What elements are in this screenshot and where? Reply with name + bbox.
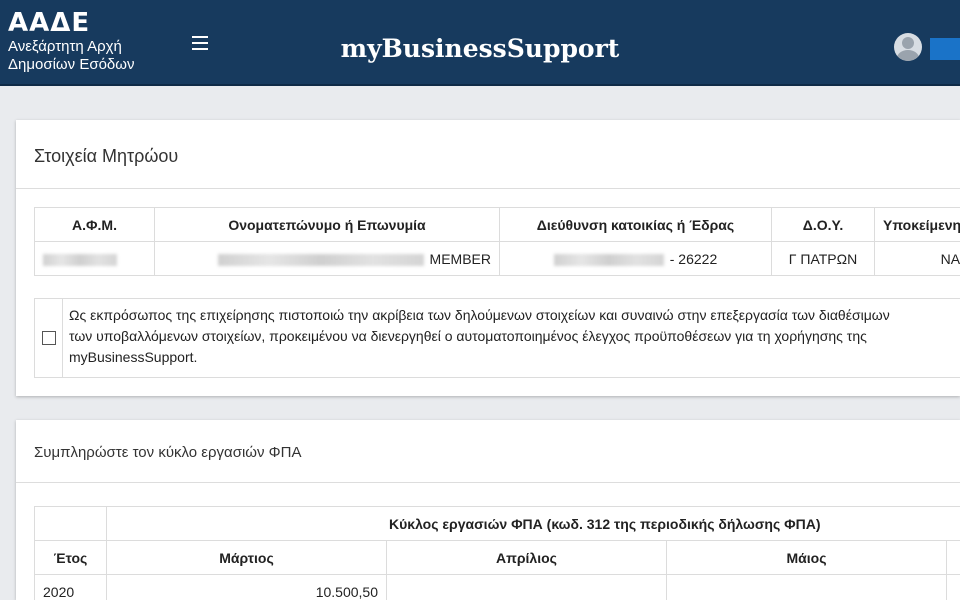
- logo-subtitle-line-1: Ανεξάρτητη Αρχή: [8, 38, 122, 55]
- consent-line-3: myBusinessSupport.: [69, 349, 198, 365]
- hamburger-menu-icon[interactable]: [192, 36, 208, 50]
- table-row: MEMBER - 26222 Γ ΠΑΤΡΩΝ ΝΑΙ: [34, 241, 960, 276]
- registry-header-row: Α.Φ.Μ. Ονοματεπώνυμο ή Επωνυμία Διεύθυνσ…: [34, 207, 960, 242]
- col-tax-office: Δ.Ο.Υ.: [771, 207, 875, 242]
- col-address: Διεύθυνση κατοικίας ή Έδρας: [499, 207, 772, 242]
- redacted-afm: [43, 253, 117, 266]
- consent-checkbox[interactable]: [42, 331, 56, 345]
- registry-card: Στοιχεία Μητρώου Α.Φ.Μ. Ονοματεπώνυμο ή …: [16, 120, 960, 396]
- col-march: Μάρτιος: [106, 540, 387, 575]
- redacted-address: [553, 253, 664, 266]
- consent-line-1: Ως εκπρόσωπος της επιχείρησης πιστοποιώ …: [69, 307, 890, 323]
- registry-title: Στοιχεία Μητρώου: [34, 146, 179, 166]
- vat-title: Συμπληρώστε τον κύκλο εργασιών ΦΠΑ: [34, 444, 302, 461]
- user-menu-button[interactable]: [930, 38, 960, 60]
- aade-logo[interactable]: ΑΑΔΕ Ανεξάρτητη Αρχή Δημοσίων Εσόδων: [8, 8, 134, 74]
- registry-table: Α.Φ.Μ. Ονοματεπώνυμο ή Επωνυμία Διεύθυνσ…: [34, 207, 960, 276]
- col-subject: Υποκείμενη: [874, 207, 960, 242]
- card-divider: [16, 482, 960, 483]
- afm-cell: [34, 241, 155, 276]
- col-year: Έτος: [34, 540, 107, 575]
- name-cell: MEMBER: [154, 241, 500, 276]
- consent-text: Ως εκπρόσωπος της επιχείρησης πιστοποιώ …: [69, 305, 960, 368]
- table-row: 2020 10.500,50: [34, 574, 960, 600]
- name-suffix: MEMBER: [429, 250, 491, 267]
- logo-title: ΑΑΔΕ: [8, 8, 91, 38]
- march-input[interactable]: 10.500,50: [106, 574, 387, 600]
- address-suffix: - 26222: [669, 250, 718, 267]
- col-afm: Α.Φ.Μ.: [34, 207, 155, 242]
- consent-checkbox-cell: [35, 299, 63, 377]
- consent-box: Ως εκπρόσωπος της επιχείρησης πιστοποιώ …: [34, 298, 960, 378]
- vat-group-header: Κύκλος εργασιών ΦΠΑ (κωδ. 312 της περιοδ…: [105, 506, 960, 541]
- app-title: myBusinessSupport: [340, 34, 620, 63]
- year-cell: 2020: [34, 574, 107, 600]
- vat-header-row: Έτος Μάρτιος Απρίλιος Μάιος: [34, 540, 960, 575]
- may-input[interactable]: [666, 574, 947, 600]
- col-extra: [945, 540, 960, 575]
- col-april: Απρίλιος: [386, 540, 667, 575]
- col-may: Μάιος: [666, 540, 947, 575]
- redacted-name: [217, 253, 424, 266]
- consent-line-2: των υποβαλλόμενων στοιχείων, προκειμένου…: [69, 328, 867, 344]
- logo-subtitle-line-2: Δημοσίων Εσόδων: [8, 56, 135, 73]
- vat-table: Κύκλος εργασιών ΦΠΑ (κωδ. 312 της περιοδ…: [34, 506, 960, 600]
- tax-office-cell: Γ ΠΑΤΡΩΝ: [771, 241, 875, 276]
- col-name: Ονοματεπώνυμο ή Επωνυμία: [154, 207, 500, 242]
- vat-group-spacer: [34, 506, 107, 541]
- subject-cell: ΝΑΙ: [874, 241, 960, 276]
- april-input[interactable]: [386, 574, 667, 600]
- extra-cell: [945, 574, 960, 600]
- top-header-bar: ΑΑΔΕ Ανεξάρτητη Αρχή Δημοσίων Εσόδων myB…: [0, 0, 960, 86]
- vat-card: Συμπληρώστε τον κύκλο εργασιών ΦΠΑ Κύκλο…: [16, 420, 960, 600]
- user-avatar-icon[interactable]: [894, 33, 922, 61]
- address-cell: - 26222: [499, 241, 772, 276]
- card-divider: [16, 188, 960, 189]
- vat-group-header-row: Κύκλος εργασιών ΦΠΑ (κωδ. 312 της περιοδ…: [34, 506, 960, 541]
